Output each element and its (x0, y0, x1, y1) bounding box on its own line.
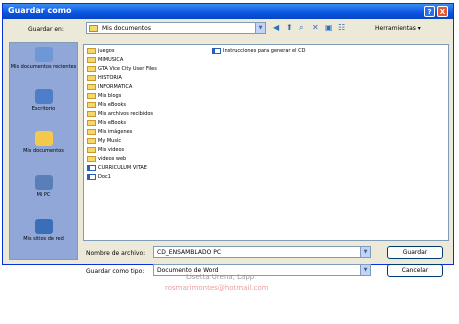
lookin-combo[interactable]: Mis documentos ▼ (86, 22, 266, 34)
views-icon[interactable]: ☷ (338, 23, 345, 33)
place-my-computer[interactable]: Mi PC (10, 175, 77, 198)
word-document-icon (87, 173, 96, 180)
folder-icon (87, 65, 96, 72)
search-web-icon[interactable]: ⌕ (299, 23, 303, 33)
folder-icon (87, 119, 96, 126)
list-item[interactable]: juegos (87, 47, 114, 55)
folder-icon (87, 137, 96, 144)
folder-icon (87, 83, 96, 90)
places-bar: Mis documentos recientes Escritorio Mis … (9, 42, 78, 260)
place-my-documents[interactable]: Mis documentos (10, 131, 77, 154)
tools-menu[interactable]: Herramientas ▾ (375, 25, 421, 32)
cancel-button[interactable]: Cancelar (387, 264, 443, 277)
list-item[interactable]: INFORMATICA (87, 83, 132, 91)
place-network[interactable]: Mis sitios de red (10, 219, 77, 242)
save-button[interactable]: Guardar (387, 246, 443, 259)
list-item[interactable]: Mis eBooks (87, 119, 126, 127)
word-document-icon (212, 47, 221, 54)
help-button[interactable]: ? (424, 6, 435, 17)
folder-icon (87, 101, 96, 108)
file-list[interactable]: juegos MIMUSICA GTA Vice City User Files… (83, 44, 449, 241)
filetype-label: Guardar como tipo: (86, 268, 145, 275)
chevron-down-icon[interactable]: ▼ (360, 247, 370, 257)
folder-icon (87, 146, 96, 153)
list-item[interactable]: Mis eBooks (87, 101, 126, 109)
list-item[interactable]: videos web (87, 155, 126, 163)
chevron-down-icon[interactable]: ▼ (255, 23, 265, 33)
window-title: Guardar como (8, 6, 72, 15)
place-recent-documents[interactable]: Mis documentos recientes (10, 47, 77, 70)
credit-email: rosmarimontes@hotmail.com (165, 284, 269, 292)
up-folder-icon[interactable]: ⬆ (286, 23, 293, 33)
list-item[interactable]: My Music (87, 137, 121, 145)
my-documents-icon (34, 131, 53, 146)
desktop-icon (34, 89, 53, 104)
filename-value: CD_ENSAMBLADO PC (157, 249, 222, 256)
place-desktop[interactable]: Escritorio (10, 89, 77, 112)
filename-field[interactable]: CD_ENSAMBLADO PC ▼ (153, 246, 371, 258)
list-item[interactable]: Mis videos (87, 146, 124, 154)
folder-icon (87, 74, 96, 81)
folder-icon (87, 92, 96, 99)
folder-icon (87, 155, 96, 162)
list-item[interactable]: HISTORIA (87, 74, 122, 82)
list-item[interactable]: Mis imágenes (87, 128, 132, 136)
title-bar[interactable]: Guardar como ? X (3, 4, 453, 19)
recent-docs-icon (34, 47, 53, 62)
close-button[interactable]: X (437, 6, 448, 17)
new-folder-icon[interactable]: ▣ (325, 23, 333, 33)
list-item[interactable]: Instrucciones para generar el CD (212, 47, 305, 55)
delete-icon[interactable]: ✕ (312, 23, 319, 33)
list-item[interactable]: Mis blogs (87, 92, 121, 100)
folder-icon (87, 47, 96, 54)
save-as-dialog: Guardar como ? X Guardar en: Mis documen… (2, 3, 454, 277)
network-places-icon (34, 219, 53, 234)
list-item[interactable]: Mis archivos recibidos (87, 110, 153, 118)
list-item[interactable]: MIMUSICA (87, 56, 123, 64)
list-item[interactable]: Doc1 (87, 173, 111, 181)
filename-label: Nombre de archivo: (86, 250, 146, 257)
folder-icon (89, 25, 98, 32)
list-item[interactable]: GTA Vice City User Files (87, 65, 157, 73)
lookin-label: Guardar en: (28, 26, 64, 33)
my-computer-icon (34, 175, 53, 190)
folder-icon (87, 56, 96, 63)
lookin-value: Mis documentos (102, 25, 151, 32)
folder-icon (87, 128, 96, 135)
folder-icon (87, 110, 96, 117)
back-icon[interactable]: ◀ (273, 23, 279, 33)
word-document-icon (87, 164, 96, 171)
list-item[interactable]: CURRICULUM VITAE (87, 164, 147, 172)
credit-name: Lisetta Urena, Lapp (186, 273, 255, 281)
chevron-down-icon[interactable]: ▼ (360, 265, 370, 275)
